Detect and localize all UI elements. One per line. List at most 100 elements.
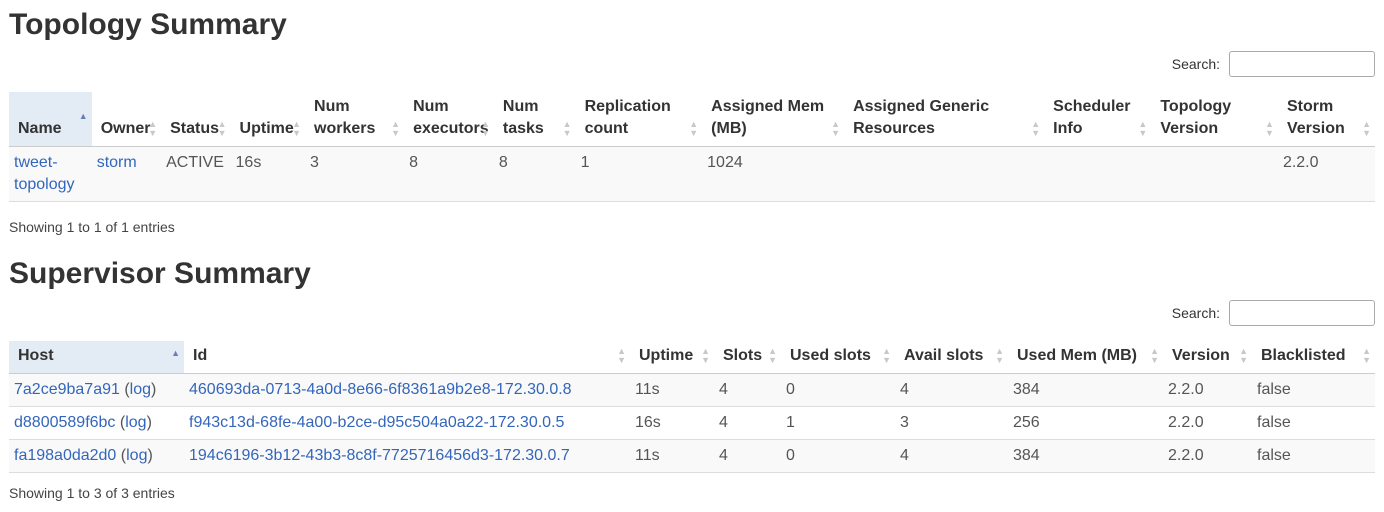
col-header-assigned-generic-resources[interactable]: Assigned Generic Resources ▲ ▼: [844, 92, 1045, 147]
used-slots-cell: 0: [781, 439, 895, 473]
used-slots-cell: 1: [781, 406, 895, 440]
host-cell: d8800589f6bc (log): [9, 406, 184, 440]
host-cell: fa198a0da2d0 (log): [9, 439, 184, 473]
log-link[interactable]: log: [125, 414, 146, 431]
id-cell: 460693da-0713-4a0d-8e66-6f8361a9b2e8-172…: [184, 373, 630, 407]
supervisor-showing-info: Showing 1 to 3 of 3 entries: [9, 485, 175, 501]
col-header-name[interactable]: Name ▲: [9, 92, 92, 147]
topology-name-cell: tweet-topology: [9, 146, 92, 202]
assigned-generic-resources-cell: [844, 146, 1045, 202]
sort-both-icon: ▲ ▼: [1362, 119, 1371, 138]
sort-both-icon: ▲ ▼: [689, 119, 699, 138]
topology-search-input[interactable]: [1229, 51, 1375, 77]
slots-cell: 4: [714, 439, 781, 473]
uptime-cell: 16s: [230, 146, 306, 202]
avail-slots-cell: 4: [895, 373, 1008, 407]
table-row: fa198a0da2d0 (log) 194c6196-3b12-43b3-8c…: [9, 439, 1375, 473]
sort-both-icon: ▲ ▼: [480, 119, 490, 138]
blacklisted-cell: false: [1252, 439, 1375, 473]
sort-both-icon: ▲ ▼: [701, 346, 710, 365]
topology-search-label: Search:: [1171, 56, 1220, 72]
blacklisted-cell: false: [1252, 406, 1375, 440]
log-link[interactable]: log: [130, 381, 151, 398]
col-header-storm-version[interactable]: Storm Version ▲ ▼: [1277, 92, 1375, 147]
table-row: tweet-topology storm ACTIVE 16s 3 8 8 1 …: [9, 146, 1375, 202]
supervisor-summary-section: Supervisor Summary Search: Host ▲ Id ▲ ▼ Up…: [9, 250, 1375, 512]
host-link[interactable]: 7a2ce9ba7a91: [14, 381, 120, 398]
table-row: d8800589f6bc (log) f943c13d-68fe-4a00-b2…: [9, 406, 1375, 440]
replication-count-cell: 1: [575, 146, 703, 202]
status-cell: ACTIVE: [161, 146, 231, 202]
supervisor-id-link[interactable]: 460693da-0713-4a0d-8e66-6f8361a9b2e8-172…: [189, 381, 572, 398]
col-header-version[interactable]: Version ▲ ▼: [1163, 341, 1252, 374]
topology-version-cell: [1151, 146, 1278, 202]
col-header-num-executors[interactable]: Num executors ▲ ▼: [404, 92, 494, 147]
uptime-cell: 11s: [630, 373, 714, 407]
supervisor-id-link[interactable]: 194c6196-3b12-43b3-8c8f-7725716456d3-172…: [189, 447, 570, 464]
log-link[interactable]: log: [126, 447, 147, 464]
col-header-avail-slots[interactable]: Avail slots ▲ ▼: [895, 341, 1008, 374]
used-mem-cell: 256: [1008, 406, 1163, 440]
sort-asc-icon: ▲: [78, 111, 88, 121]
col-header-replication-count[interactable]: Replication count ▲ ▼: [575, 92, 703, 147]
owner-link[interactable]: storm: [97, 154, 137, 171]
col-header-scheduler-info[interactable]: Scheduler Info ▲ ▼: [1044, 92, 1152, 147]
supervisor-table: Host ▲ Id ▲ ▼ Uptime ▲ ▼ Slots ▲ ▼ Used slots ▲ ▼…: [9, 341, 1375, 473]
sort-both-icon: ▲ ▼: [391, 119, 401, 138]
used-mem-cell: 384: [1008, 373, 1163, 407]
sort-both-icon: ▲ ▼: [1362, 346, 1371, 365]
col-header-used-slots[interactable]: Used slots ▲ ▼: [781, 341, 895, 374]
version-cell: 2.2.0: [1163, 373, 1252, 407]
col-header-slots[interactable]: Slots ▲ ▼: [714, 341, 781, 374]
num-workers-cell: 3: [305, 146, 405, 202]
host-link[interactable]: d8800589f6bc: [14, 414, 115, 431]
col-header-assigned-mem[interactable]: Assigned Mem (MB) ▲ ▼: [702, 92, 845, 147]
supervisor-id-link[interactable]: f943c13d-68fe-4a00-b2ce-d95c504a0a22-172…: [189, 414, 564, 431]
sort-both-icon: ▲ ▼: [831, 119, 841, 138]
col-header-blacklisted[interactable]: Blacklisted ▲ ▼: [1252, 341, 1375, 374]
sort-both-icon: ▲ ▼: [148, 119, 158, 138]
sort-both-icon: ▲ ▼: [1031, 119, 1041, 138]
col-header-host[interactable]: Host ▲: [9, 341, 184, 374]
topology-summary-section: Topology Summary Search: Name ▲ Owner ▲ ▼ S…: [9, 0, 1375, 240]
version-cell: 2.2.0: [1163, 439, 1252, 473]
supervisor-search-input[interactable]: [1229, 300, 1375, 326]
assigned-mem-cell: 1024: [702, 146, 845, 202]
owner-cell: storm: [91, 146, 162, 202]
col-header-uptime[interactable]: Uptime ▲ ▼: [630, 341, 714, 374]
sort-both-icon: ▲ ▼: [1138, 119, 1148, 138]
col-header-num-workers[interactable]: Num workers ▲ ▼: [305, 92, 405, 147]
sort-both-icon: ▲ ▼: [1265, 119, 1274, 138]
supervisor-search-label: Search:: [1171, 305, 1220, 321]
slots-cell: 4: [714, 406, 781, 440]
used-mem-cell: 384: [1008, 439, 1163, 473]
id-cell: 194c6196-3b12-43b3-8c8f-7725716456d3-172…: [184, 439, 630, 473]
blacklisted-cell: false: [1252, 373, 1375, 407]
host-link[interactable]: fa198a0da2d0: [14, 447, 116, 464]
topology-search: Search:: [1172, 51, 1375, 77]
topology-showing-info: Showing 1 to 1 of 1 entries: [9, 219, 175, 235]
supervisor-header-row: Host ▲ Id ▲ ▼ Uptime ▲ ▼ Slots ▲ ▼ Used slots ▲ ▼…: [9, 341, 1375, 374]
col-header-owner[interactable]: Owner ▲ ▼: [91, 92, 162, 147]
col-header-num-tasks[interactable]: Num tasks ▲ ▼: [493, 92, 576, 147]
topology-header-row: Name ▲ Owner ▲ ▼ Status ▲ ▼ Uptime ▲ ▼ Num work…: [9, 92, 1375, 147]
sort-both-icon: ▲ ▼: [995, 346, 1004, 365]
col-header-status[interactable]: Status ▲ ▼: [161, 92, 231, 147]
id-cell: f943c13d-68fe-4a00-b2ce-d95c504a0a22-172…: [184, 406, 630, 440]
col-header-used-mem[interactable]: Used Mem (MB) ▲ ▼: [1008, 341, 1163, 374]
sort-both-icon: ▲ ▼: [1150, 346, 1159, 365]
topology-name-link[interactable]: tweet-topology: [14, 154, 75, 193]
sort-both-icon: ▲ ▼: [768, 346, 777, 365]
sort-both-icon: ▲ ▼: [1239, 346, 1248, 365]
table-row: 7a2ce9ba7a91 (log) 460693da-0713-4a0d-8e…: [9, 373, 1375, 407]
col-header-id[interactable]: Id ▲ ▼: [184, 341, 630, 374]
sort-both-icon: ▲ ▼: [217, 119, 227, 138]
host-cell: 7a2ce9ba7a91 (log): [9, 373, 184, 407]
avail-slots-cell: 3: [895, 406, 1008, 440]
sort-both-icon: ▲ ▼: [617, 346, 626, 365]
col-header-topology-version[interactable]: Topology Version ▲ ▼: [1151, 92, 1278, 147]
sort-both-icon: ▲ ▼: [882, 346, 891, 365]
avail-slots-cell: 4: [895, 439, 1008, 473]
col-header-uptime[interactable]: Uptime ▲ ▼: [230, 92, 306, 147]
uptime-cell: 16s: [630, 406, 714, 440]
